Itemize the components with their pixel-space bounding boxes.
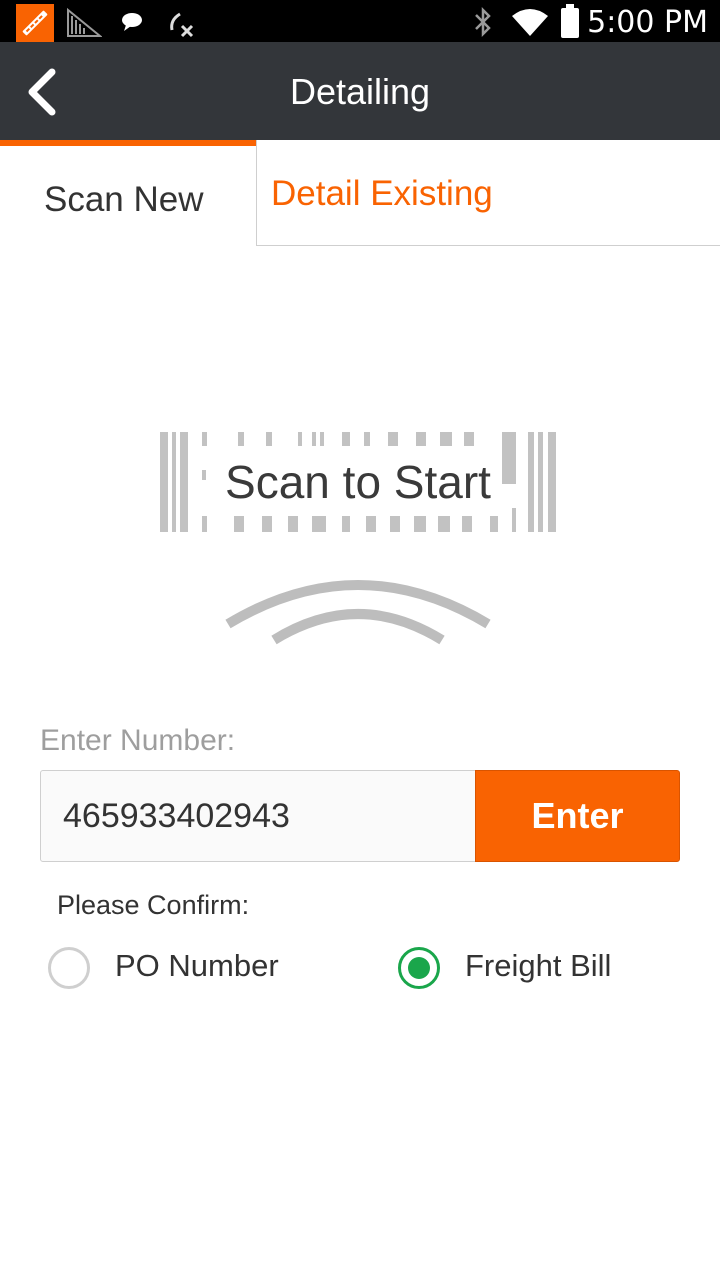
enter-number-label: Enter Number: — [40, 724, 236, 757]
number-input[interactable] — [40, 770, 476, 862]
barcode-icon: Scan to Start — [158, 430, 558, 534]
message-icon — [120, 10, 144, 39]
battery-icon — [560, 4, 580, 43]
radio-unchecked-icon — [48, 947, 90, 989]
bluetooth-icon — [472, 6, 494, 43]
tab-bar: Scan New Detail Existing — [0, 140, 720, 248]
wifi-icon — [510, 6, 550, 43]
home-depot-logo — [16, 4, 54, 42]
status-time: 5:00 PM — [587, 5, 708, 40]
please-confirm-label: Please Confirm: — [57, 890, 250, 920]
signal-icon — [66, 6, 103, 43]
page-title: Detailing — [289, 71, 431, 112]
scan-prompt: Scan to Start — [225, 456, 491, 508]
radio-freight-bill-label: Freight Bill — [465, 948, 612, 983]
status-bar: 5:00 PM — [0, 0, 720, 42]
tab-scan-new-label: Scan New — [44, 180, 204, 219]
tab-detail-existing[interactable]: Detail Existing — [256, 140, 720, 246]
radio-po-number-label: PO Number — [115, 948, 279, 983]
enter-button[interactable]: Enter — [475, 770, 680, 862]
app-bar: Detailing — [0, 42, 720, 140]
radio-checked-icon — [398, 947, 440, 989]
scan-signal-icon — [222, 574, 494, 654]
missed-call-icon — [166, 8, 196, 43]
tab-detail-existing-label: Detail Existing — [271, 174, 493, 213]
tab-scan-new[interactable]: Scan New — [0, 140, 256, 248]
